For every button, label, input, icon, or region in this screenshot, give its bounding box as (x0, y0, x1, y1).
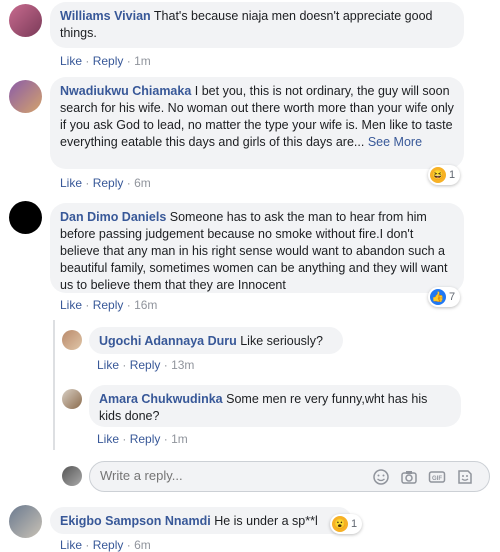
svg-text:GIF: GIF (432, 476, 442, 482)
like-link[interactable]: Like (97, 432, 119, 446)
avatar (62, 466, 82, 486)
separator: · (126, 176, 131, 190)
avatar[interactable] (62, 389, 82, 409)
reaction-number: 7 (449, 291, 456, 303)
comment-author[interactable]: Ugochi Adannaya Duru (99, 334, 237, 348)
comment-author[interactable]: Amara Chukwudinka (99, 392, 223, 406)
comment-actions: Like · Reply · 6m (60, 538, 151, 552)
separator: · (163, 358, 168, 372)
like-icon: 👍 (430, 289, 446, 305)
sticker-icon[interactable] (456, 468, 474, 486)
timestamp[interactable]: 13m (171, 358, 194, 372)
camera-icon[interactable] (400, 468, 418, 486)
timestamp[interactable]: 16m (134, 298, 157, 312)
avatar[interactable] (9, 505, 42, 538)
timestamp[interactable]: 6m (134, 538, 151, 552)
see-more-link[interactable]: See More (368, 135, 422, 149)
like-link[interactable]: Like (60, 538, 82, 552)
comment-bubble: Williams Vivian That's because niaja men… (50, 2, 464, 48)
reply-thread-line (53, 320, 55, 450)
reaction-count[interactable]: 😆 1 (428, 165, 461, 185)
separator: · (126, 54, 131, 68)
separator: · (126, 298, 131, 312)
comment-bubble: Amara Chukwudinka Some men re very funny… (89, 385, 461, 427)
comment-author[interactable]: Dan Dimo Daniels (60, 210, 166, 224)
avatar[interactable] (62, 330, 82, 350)
comment-bubble: Ugochi Adannaya Duru Like seriously? (89, 327, 343, 354)
comment-bubble: Nwadiukwu Chiamaka I bet you, this is no… (50, 77, 464, 169)
like-link[interactable]: Like (97, 358, 119, 372)
like-link[interactable]: Like (60, 298, 82, 312)
separator: · (122, 432, 127, 446)
reply-input[interactable] (100, 468, 350, 483)
gif-icon[interactable]: GIF (428, 468, 446, 486)
separator: · (85, 54, 90, 68)
reply-link[interactable]: Reply (93, 54, 124, 68)
separator: · (85, 176, 90, 190)
comment-author[interactable]: Nwadiukwu Chiamaka (60, 84, 191, 98)
comment-bubble: Ekigbo Sampson Nnamdi He is under a sp**… (50, 507, 352, 534)
comment-actions: Like · Reply · 1m (97, 432, 188, 446)
comment-text: He is under a sp**l (214, 514, 318, 528)
reply-box[interactable]: GIF (89, 461, 490, 492)
comment-bubble: Dan Dimo Daniels Someone has to ask the … (50, 203, 464, 293)
timestamp[interactable]: 1m (171, 432, 188, 446)
separator: · (126, 538, 131, 552)
haha-icon: 😆 (430, 167, 446, 183)
reply-link[interactable]: Reply (93, 538, 124, 552)
separator: · (163, 432, 168, 446)
comment-actions: Like · Reply · 6m (60, 176, 151, 190)
comment-author[interactable]: Ekigbo Sampson Nnamdi (60, 514, 211, 528)
comment-author[interactable]: Williams Vivian (60, 9, 151, 23)
timestamp[interactable]: 6m (134, 176, 151, 190)
avatar[interactable] (9, 201, 42, 234)
wow-icon: 😮 (332, 516, 348, 532)
reaction-number: 1 (351, 518, 358, 530)
reply-link[interactable]: Reply (93, 298, 124, 312)
reply-link[interactable]: Reply (130, 432, 161, 446)
comment-actions: Like · Reply · 16m (60, 298, 157, 312)
comment-text: Like seriously? (240, 334, 323, 348)
like-link[interactable]: Like (60, 176, 82, 190)
like-link[interactable]: Like (60, 54, 82, 68)
comment-actions: Like · Reply · 1m (60, 54, 151, 68)
reaction-count[interactable]: 👍 7 (428, 287, 461, 307)
avatar[interactable] (9, 4, 42, 37)
reply-link[interactable]: Reply (93, 176, 124, 190)
reply-link[interactable]: Reply (130, 358, 161, 372)
separator: · (122, 358, 127, 372)
reaction-number: 1 (449, 169, 456, 181)
comment-actions: Like · Reply · 13m (97, 358, 194, 372)
avatar[interactable] (9, 80, 42, 113)
emoji-icon[interactable] (372, 468, 390, 486)
separator: · (85, 538, 90, 552)
separator: · (85, 298, 90, 312)
timestamp[interactable]: 1m (134, 54, 151, 68)
reaction-count[interactable]: 😮 1 (330, 514, 363, 534)
